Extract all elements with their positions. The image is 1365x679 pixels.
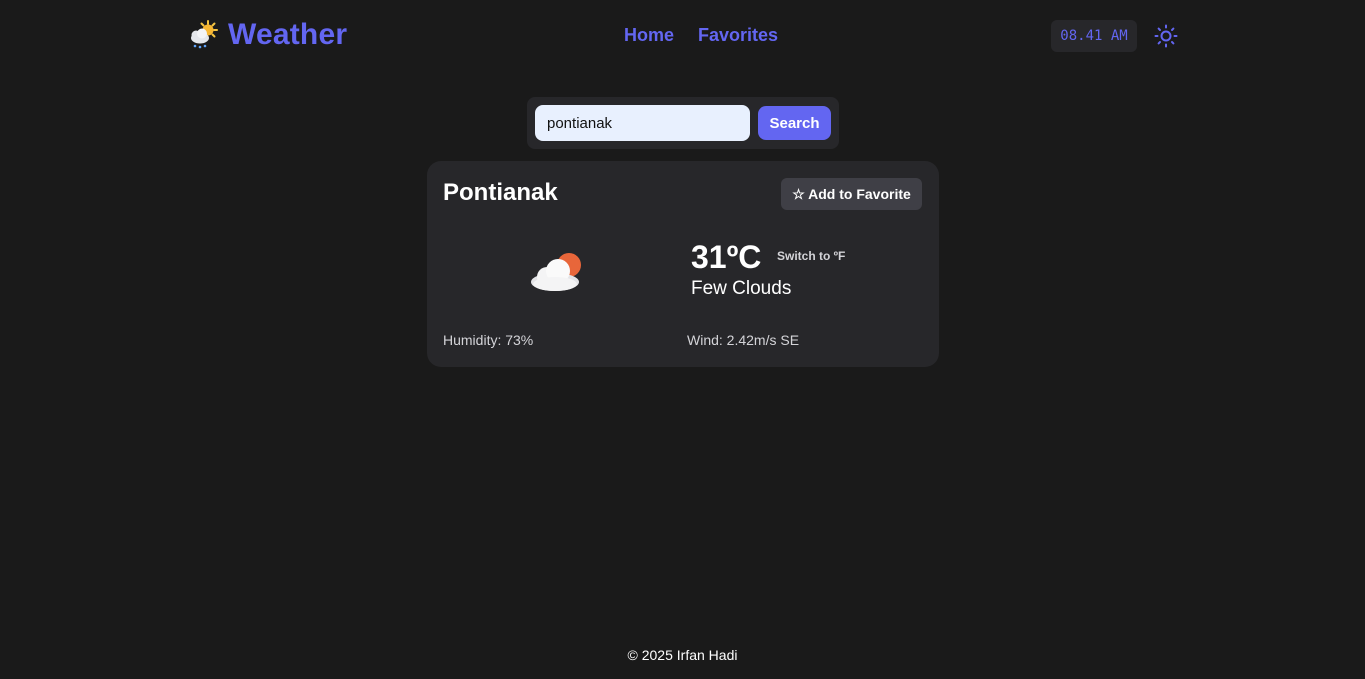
app-title: Weather: [228, 18, 348, 51]
app-header: Weather Home Favorites 08.41 AM: [0, 0, 1365, 72]
weather-condition: Few Clouds: [691, 278, 792, 299]
wind-value: Wind: 2.42m/s SE: [687, 332, 800, 348]
nav-home-link[interactable]: Home: [624, 25, 674, 46]
search-button[interactable]: Search: [758, 106, 831, 140]
add-to-favorite-button[interactable]: ☆ Add to Favorite: [781, 178, 922, 210]
humidity-value: Humidity: 73%: [443, 332, 534, 348]
city-name: Pontianak: [443, 179, 558, 206]
footer: © 2025 Irfan Hadi: [0, 647, 1365, 663]
footer-copyright: © 2025 Irfan Hadi: [627, 647, 738, 663]
page: Weather Home Favorites 08.41 AM Search: [0, 0, 1365, 679]
clock-display: 08.41 AM: [1051, 20, 1137, 52]
nav-favorites-link[interactable]: Favorites: [698, 25, 778, 46]
few-clouds-icon: [531, 253, 581, 291]
sun-behind-rain-cloud-icon: [191, 20, 218, 49]
temperature: 31ºC: [691, 239, 762, 275]
search-bar: Search: [527, 97, 839, 149]
switch-unit-toggle[interactable]: Switch to ºF: [777, 249, 845, 263]
weather-card: Pontianak ☆ Add to Favorite 31ºC Switch …: [427, 161, 939, 367]
brand[interactable]: Weather: [186, 18, 347, 52]
main-nav: Home Favorites: [624, 25, 778, 46]
theme-toggle-button[interactable]: [1152, 22, 1180, 50]
sun-icon: [1154, 24, 1178, 48]
search-input[interactable]: [535, 105, 750, 141]
